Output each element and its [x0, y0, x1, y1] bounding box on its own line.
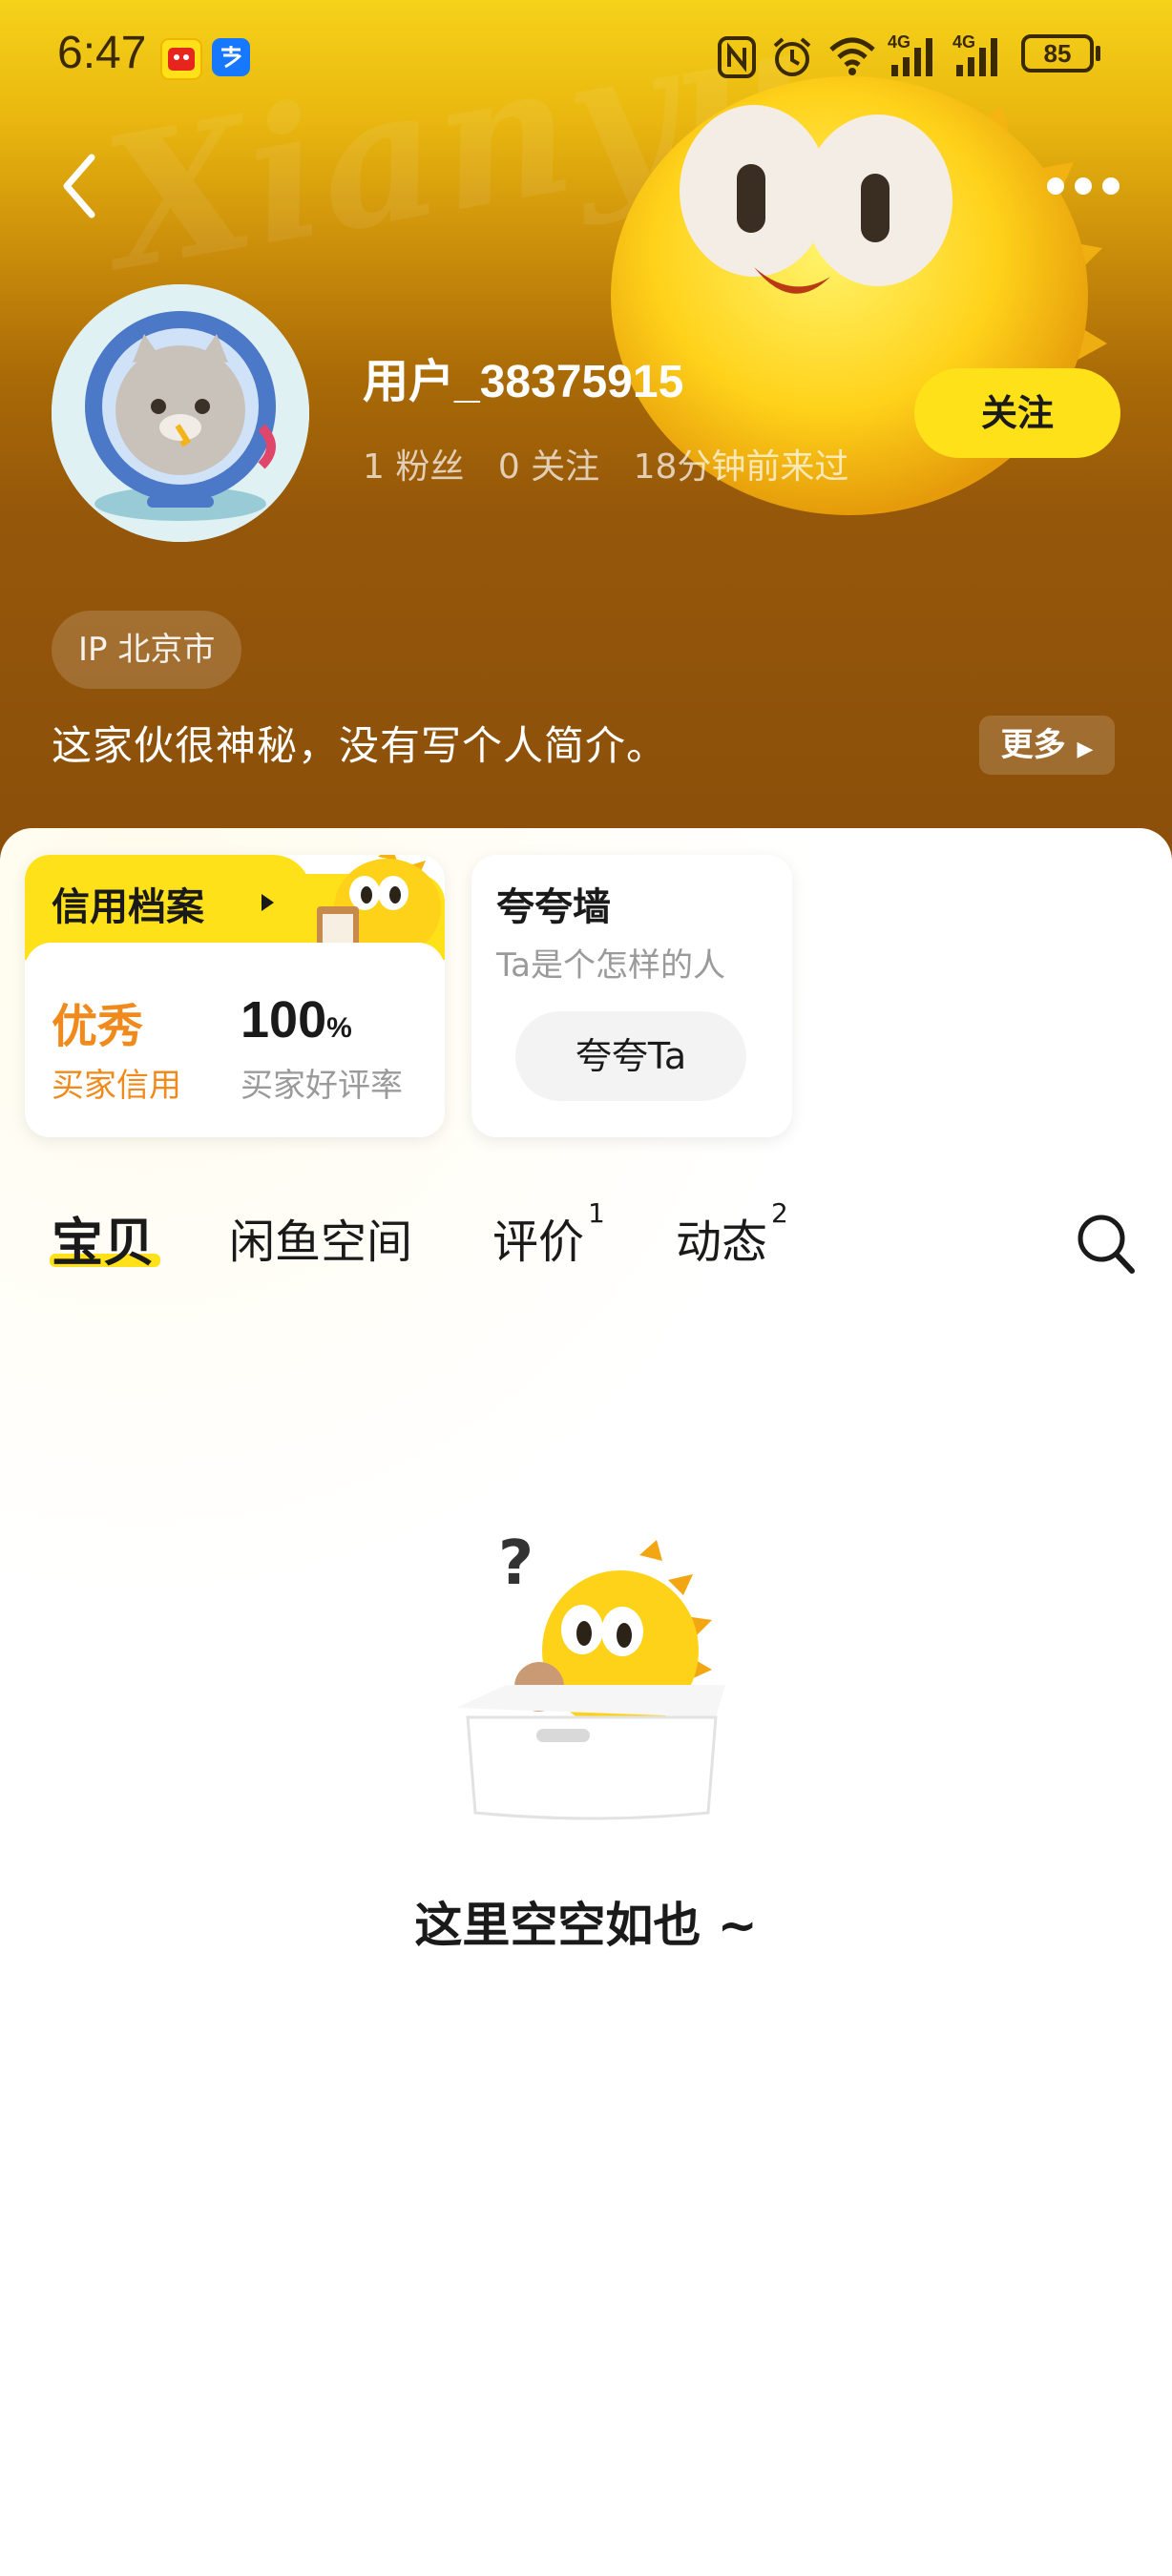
tab-moments-count: 2: [771, 1197, 788, 1229]
alarm-icon: [773, 37, 811, 76]
avatar[interactable]: [52, 284, 309, 542]
profile-bio: 这家伙很神秘，没有写个人简介。: [52, 722, 668, 769]
ip-location-chip: IP 北京市: [52, 611, 242, 689]
positive-rate-unit: %: [326, 1012, 352, 1044]
battery-icon: 85: [1021, 34, 1094, 73]
battery-tip: [1096, 46, 1100, 61]
tab-reviews-count: 1: [588, 1197, 605, 1229]
praise-button[interactable]: 夸夸Ta: [515, 1011, 746, 1101]
credit-level-label: 买家信用: [52, 1067, 181, 1105]
username: 用户_38375915: [363, 357, 684, 407]
praise-wall-title: 夸夸墙: [496, 885, 611, 929]
credit-profile-card[interactable]: 信用档案 优秀 买家信用 100% 买家好评率: [25, 855, 445, 1137]
last-seen: 18分钟前来过: [633, 447, 849, 487]
tab-items[interactable]: 宝贝: [52, 1200, 155, 1276]
back-button[interactable]: [53, 148, 111, 224]
positive-rate: 100%: [241, 990, 352, 1049]
profile-stats: 1 粉丝 0 关注 18分钟前来过: [363, 439, 871, 488]
more-dots-icon[interactable]: [1040, 162, 1126, 210]
following-count[interactable]: 0 关注: [498, 447, 599, 487]
triangle-right-icon: [262, 894, 274, 911]
signal-icon: [891, 38, 932, 76]
more-bio-button[interactable]: 更多 ▶: [979, 716, 1115, 775]
positive-rate-value: 100: [241, 991, 327, 1049]
search-icon[interactable]: [1075, 1210, 1136, 1277]
signal-icon: [956, 38, 997, 76]
xianyu-app-icon: [160, 38, 202, 80]
tab-xianyu-space-label: 闲鱼空间: [229, 1215, 413, 1269]
tab-moments[interactable]: 动态2: [676, 1197, 788, 1271]
status-bar: 6:47 4G 4G 85: [0, 0, 1172, 114]
empty-state-text: 这里空空如也 ~: [414, 1898, 758, 1953]
status-icons: 4G 4G 85: [718, 29, 1138, 86]
tab-reviews[interactable]: 评价1: [492, 1197, 605, 1271]
followers-count[interactable]: 1 粉丝: [363, 447, 464, 487]
profile-page: Xianyu 6:47 4G 4G 85 用户_38375915 1 粉丝 0 …: [0, 0, 1172, 2576]
tab-xianyu-space[interactable]: 闲鱼空间: [229, 1204, 412, 1271]
credit-profile-title: 信用档案: [52, 885, 204, 929]
positive-rate-label: 买家好评率: [241, 1067, 403, 1105]
battery-level: 85: [1043, 39, 1072, 68]
tab-items-label: 宝贝: [52, 1213, 155, 1273]
follow-button[interactable]: 关注: [914, 368, 1120, 458]
empty-box-mascot-illustration: ?: [456, 1528, 725, 1820]
tab-reviews-label: 评价: [492, 1215, 585, 1269]
praise-wall-subtitle: Ta是个怎样的人: [496, 946, 725, 985]
wifi-icon: [829, 37, 875, 75]
tab-moments-label: 动态: [676, 1215, 768, 1269]
triangle-right-icon: ▶: [1077, 737, 1094, 761]
credit-level: 优秀: [52, 1000, 144, 1053]
more-bio-label: 更多: [1000, 726, 1066, 764]
praise-wall-card[interactable]: 夸夸墙 Ta是个怎样的人 夸夸Ta: [471, 855, 792, 1137]
status-time: 6:47: [57, 28, 147, 78]
svg-text:?: ?: [498, 1528, 534, 1599]
alipay-app-icon: [212, 38, 250, 76]
nfc-icon: [718, 36, 756, 78]
